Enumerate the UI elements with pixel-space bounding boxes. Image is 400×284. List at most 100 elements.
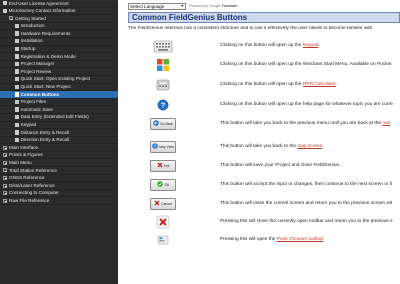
sidebar-item-label: End-User License Agreement — [8, 0, 69, 6]
sidebar-item-points-figures[interactable]: Points & Figures — [0, 152, 118, 160]
calculator-icon[interactable] — [156, 79, 170, 91]
language-select[interactable]: Select Language ▼ — [128, 2, 186, 10]
description-link[interactable]: RPN Calculator — [303, 82, 336, 87]
page-icon — [3, 8, 7, 14]
sidebar-item-main-menu[interactable]: Main Menu — [0, 159, 118, 168]
sidebar-item-data-entry-extended-edit-fields[interactable]: Data Entry (Extended Edit Fields) — [0, 114, 118, 122]
description-link[interactable]: mai — [382, 121, 390, 126]
keypad-icon[interactable] — [153, 40, 173, 53]
expand-toggle-icon[interactable] — [3, 191, 7, 196]
button-reference-row: Cancel This button will close the current… — [128, 195, 400, 213]
exit-icon — [157, 162, 163, 170]
windows-start-icon[interactable] — [156, 58, 170, 72]
sidebar-item-label: Connecting to Computer — [9, 190, 59, 196]
row-description: Pressing this will close the currently o… — [220, 219, 393, 224]
row-icon-cell: Exit — [150, 159, 176, 173]
sidebar-item-project-review[interactable]: Project Review — [0, 68, 118, 76]
translate-link[interactable]: Translate — [222, 4, 238, 8]
sidebar-item-label: Project Files — [20, 99, 46, 105]
page-icon — [15, 69, 19, 74]
expand-toggle-icon[interactable] — [3, 183, 7, 188]
sidebar-item-getting-started[interactable]: Getting Started — [0, 15, 118, 23]
sidebar-item-microsurvey-contact-information[interactable]: MicroSurvey Contact Information — [0, 8, 118, 16]
page-icon — [15, 61, 19, 67]
row-description: Clicking on this button will open up the… — [220, 102, 393, 107]
sidebar-item-gnss-reference[interactable]: GNSS Reference — [0, 175, 118, 183]
button-reference-row: Pressing this will open the Point Choose… — [128, 231, 400, 249]
exit-button[interactable]: Exit — [150, 160, 176, 172]
sidebar-item-label: Total Station Reference — [9, 167, 57, 173]
sidebar-item-connecting-to-computer[interactable]: Connecting to Computer — [0, 190, 118, 198]
description-link[interactable]: keypad — [303, 43, 318, 48]
sidebar-item-quick-start-new-project[interactable]: Quick Start: New Project — [0, 84, 118, 92]
row-icon-cell — [150, 58, 176, 72]
sidebar-item-total-station-reference[interactable]: Total Station Reference — [0, 167, 118, 175]
close-toolbar-icon[interactable] — [156, 215, 170, 229]
sidebar-item-disto-laser-reference[interactable]: Disto/Laser Reference — [0, 182, 118, 190]
page-icon — [15, 137, 19, 143]
row-description: This button will accept the input or cha… — [220, 182, 392, 187]
description-text: Clicking on this button will open up the — [220, 43, 303, 48]
button-reference-row: Exit This button will save your Project a… — [128, 157, 400, 175]
expand-toggle-icon[interactable] — [3, 198, 7, 203]
sidebar-item-project-manager[interactable]: Project Manager — [0, 61, 118, 69]
powered-by-text: Powered by Google Translate — [189, 4, 237, 8]
svg-text:?: ? — [161, 101, 166, 110]
sidebar-item-hardware-requirements[interactable]: Hardware Requirements — [0, 30, 118, 38]
sidebar-item-end-user-license-agreement[interactable]: End-User License Agreement — [0, 0, 118, 8]
sidebar-item-label: Project Review — [20, 68, 52, 74]
sidebar-item-label: Installation — [20, 38, 43, 44]
cancel-button[interactable]: Cancel — [150, 198, 176, 210]
point-chooser-icon[interactable] — [157, 235, 169, 245]
sidebar-item-common-buttons[interactable]: Common Buttons — [0, 91, 118, 99]
sidebar-nav: End-User License Agreement MicroSurvey Co… — [0, 0, 118, 284]
sidebar-item-label: Disto/Laser Reference — [9, 182, 55, 188]
powered-by-label: Powered by — [189, 4, 208, 8]
ok-button[interactable]: OK — [150, 179, 176, 191]
help-icon[interactable]: ? — [157, 99, 169, 111]
expand-toggle-icon[interactable] — [3, 160, 7, 165]
sidebar-item-label: Raw File Reference — [9, 197, 50, 203]
page-icon — [15, 84, 19, 90]
map-view-button[interactable]: Map View — [150, 141, 176, 153]
description-text: This button will accept the input or cha… — [220, 182, 393, 187]
page-icon — [15, 122, 19, 127]
row-description: Pressing this will open the Point Choose… — [220, 237, 323, 242]
description-text: Pressing this will open the — [220, 237, 277, 242]
sidebar-item-label: GNSS Reference — [9, 175, 45, 181]
sidebar-item-introduction[interactable]: Introduction — [0, 23, 118, 31]
sidebar-item-keypad[interactable]: Keypad — [0, 122, 118, 130]
page-icon — [15, 46, 19, 52]
expand-toggle-icon[interactable] — [3, 168, 7, 173]
description-link[interactable]: map screen — [297, 144, 322, 149]
button-reference-row: Pressing this will close the currently o… — [128, 213, 400, 231]
sidebar-item-raw-file-reference[interactable]: Raw File Reference — [0, 197, 118, 206]
go-back-button[interactable]: Go Back — [150, 118, 176, 130]
sidebar-item-main-interface[interactable]: Main Interface — [0, 144, 118, 152]
row-icon-cell: Go Back — [150, 117, 176, 131]
translate-bar: Select Language ▼ Powered by Google Tran… — [128, 2, 237, 10]
button-reference-row: Clicking on this button will open up the… — [128, 56, 400, 74]
sidebar-item-label: Registration & Demo Mode — [20, 53, 76, 59]
row-icon-cell: OK — [150, 178, 176, 192]
sidebar-item-startup[interactable]: Startup — [0, 46, 118, 54]
expand-toggle-icon[interactable] — [9, 16, 13, 21]
button-reference-row: OK This button will accept the input or c… — [128, 176, 400, 194]
sidebar-item-project-files[interactable]: Project Files — [0, 99, 118, 107]
sidebar-item-installation[interactable]: Installation — [0, 38, 118, 46]
description-link[interactable]: Point Chooser toolbar — [277, 237, 323, 242]
sidebar-item-direction-entry-recall[interactable]: Direction Entry & Recall — [0, 137, 118, 145]
sidebar-item-quick-start-open-existing-project[interactable]: Quick Start: Open Existing Project — [0, 76, 118, 84]
sidebar-item-distance-entry-recall[interactable]: Distance Entry & Recall — [0, 129, 118, 137]
sidebar-item-registration-demo-mode[interactable]: Registration & Demo Mode — [0, 53, 118, 61]
page-icon — [15, 107, 19, 112]
row-icon-cell — [150, 233, 176, 247]
row-icon-cell — [150, 78, 176, 92]
expand-toggle-icon[interactable] — [3, 175, 7, 180]
page-title: Common FieldGenius Buttons — [128, 12, 400, 23]
expand-toggle-icon[interactable] — [3, 145, 7, 150]
sidebar-item-automatic-save[interactable]: Automatic Save — [0, 106, 118, 114]
sidebar-item-label: Introduction — [20, 23, 45, 29]
chevron-down-icon: ▼ — [180, 3, 184, 8]
expand-toggle-icon[interactable] — [3, 153, 7, 158]
